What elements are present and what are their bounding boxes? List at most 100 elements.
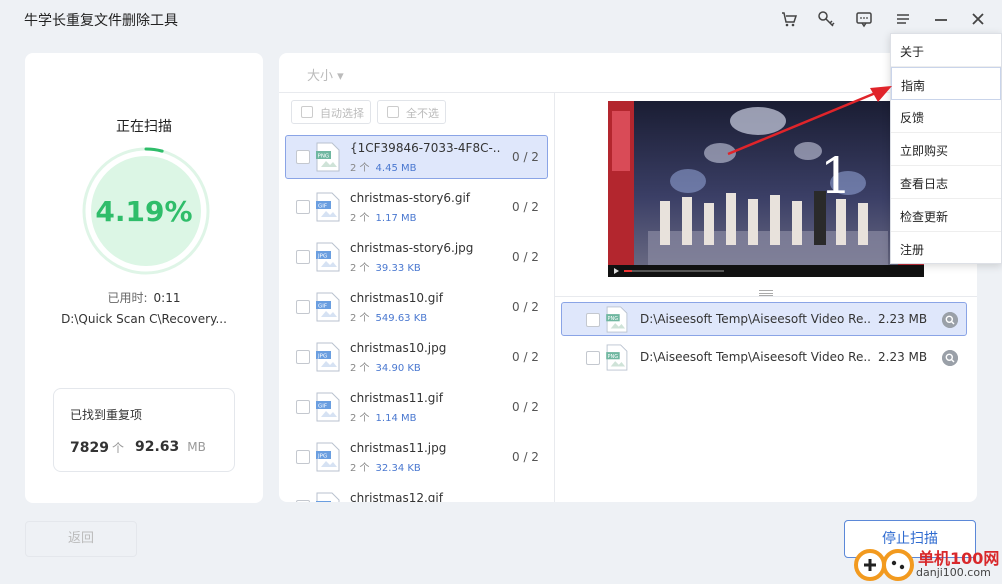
duplicate-file-checkbox[interactable] [586,351,600,365]
elapsed-value: 0:11 [153,291,181,305]
file-group-row[interactable]: JPG christmas-story6.jpg 2 个 39.33 KB 0 /… [285,235,548,279]
key-icon[interactable] [815,8,837,30]
file-group-meta: 2 个 34.90 KB [350,359,421,374]
sort-dropdown[interactable]: 大小 ▾ [307,65,344,84]
image-file-icon: GIF [316,292,340,322]
back-button[interactable]: 返回 [25,521,137,557]
close-icon[interactable] [967,8,989,30]
file-group-count: 2 个 [350,163,370,174]
progress-percent: 4.19% [95,195,193,228]
image-file-icon: GIF [316,492,340,502]
file-group-row[interactable]: GIF christmas-story6.gif 2 个 1.17 MB 0 / … [285,185,548,229]
file-group-row[interactable]: GIF christmas12.gif [285,485,548,502]
file-group-size: 1.17 MB [375,213,417,224]
cart-icon[interactable] [778,8,800,30]
file-type-label: JPG [317,254,327,260]
preview-divider [555,296,977,297]
file-group-size: 34.90 KB [375,363,421,374]
file-group-selected-ratio: 0 / 2 [512,400,539,414]
file-group-meta: 2 个 4.45 MB [350,159,416,174]
found-size: 92.63 MB [135,439,206,455]
file-group-checkbox[interactable] [296,400,310,414]
watermark: 单机100网 danji100.com [852,543,1002,584]
duplicate-file-size: 2.23 MB [878,350,928,364]
file-group-count: 2 个 [350,363,370,374]
file-type-label: JPG [317,454,327,460]
file-group-count: 2 个 [350,313,370,324]
file-type-label: GIF [318,204,327,210]
file-group-selected-ratio: 0 / 2 [512,200,539,214]
deselect-all-button[interactable]: 全不选 [377,100,446,124]
search-icon[interactable] [942,350,958,366]
file-group-meta: 2 个 1.14 MB [350,409,416,424]
found-count: 7829 个 [70,439,124,456]
file-group-selected-ratio: 0 / 2 [512,150,539,164]
file-group-checkbox[interactable] [296,200,310,214]
menu-item-guide[interactable]: 指南 [891,67,1001,100]
file-group-checkbox[interactable] [296,300,310,314]
image-file-icon: GIF [316,392,340,422]
file-group-row[interactable]: JPG christmas10.jpg 2 个 34.90 KB 0 / 2 [285,335,548,379]
found-size-unit: MB [187,440,206,454]
menu-item-buy-now[interactable]: 立即购买 [891,133,1001,166]
menu-icon[interactable] [892,8,914,30]
menu-item-check-update[interactable]: 检查更新 [891,199,1001,232]
column-divider [554,93,555,502]
file-group-checkbox[interactable] [296,350,310,364]
file-type-label: GIF [318,304,327,310]
duplicate-file-checkbox[interactable] [586,313,600,327]
duplicate-file-path: D:\Aiseesoft Temp\Aiseesoft Video Re... [640,350,870,364]
image-file-icon: GIF [316,192,340,222]
elapsed-time: 已用时: 0:11 [25,289,263,306]
file-group-name: christmas10.gif [350,291,443,305]
scan-status-panel: 正在扫描 4.19% 已用时: 0:11 D:\Quick Scan C\Reco… [25,53,263,503]
file-group-list: PNG {1CF39846-7033-4F8C-... 2 个 4.45 MB 0… [285,135,549,502]
file-group-selected-ratio: 0 / 2 [512,250,539,264]
found-title: 已找到重复项 [70,408,143,422]
menu-item-register[interactable]: 注册 [891,232,1001,265]
file-group-size: 32.34 KB [375,463,421,474]
watermark-url: danji100.com [916,566,991,579]
deselect-all-icon [387,106,399,118]
menu-item-feedback[interactable]: 反馈 [891,100,1001,133]
file-group-checkbox[interactable] [296,250,310,264]
file-group-row[interactable]: GIF christmas10.gif 2 个 549.63 KB 0 / 2 [285,285,548,329]
file-group-name: christmas-story6.gif [350,191,471,205]
file-group-name: {1CF39846-7033-4F8C-... [350,141,500,155]
auto-select-button[interactable]: 自动选择 [291,100,371,124]
duplicate-file-path: D:\Aiseesoft Temp\Aiseesoft Video Re... [640,312,870,326]
file-group-row[interactable]: JPG christmas11.jpg 2 个 32.34 KB 0 / 2 [285,435,548,479]
file-group-size: 4.45 MB [375,163,417,174]
file-group-checkbox[interactable] [296,150,310,164]
duplicate-file-row[interactable]: PNG D:\Aiseesoft Temp\Aiseesoft Video Re… [561,302,967,336]
file-group-checkbox[interactable] [296,450,310,464]
file-group-meta: 2 个 39.33 KB [350,259,421,274]
file-group-name: christmas10.jpg [350,341,447,355]
file-group-count: 2 个 [350,213,370,224]
scan-status-heading: 正在扫描 [116,119,172,135]
file-group-row[interactable]: GIF christmas11.gif 2 个 1.14 MB 0 / 2 [285,385,548,429]
file-group-size: 39.33 KB [375,263,421,274]
feedback-icon[interactable] [853,8,875,30]
search-icon[interactable] [942,312,958,328]
found-size-value: 92.63 [135,439,180,455]
menu-item-view-log[interactable]: 查看日志 [891,166,1001,199]
file-group-checkbox[interactable] [296,500,310,502]
duplicate-file-row[interactable]: PNG D:\Aiseesoft Temp\Aiseesoft Video Re… [561,340,967,374]
file-group-name: christmas12.gif [350,491,443,502]
scan-path: D:\Quick Scan C\Recovery... [61,312,227,326]
file-group-meta: 2 个 549.63 KB [350,309,427,324]
auto-select-label: 自动选择 [320,107,364,120]
found-count-unit: 个 [111,441,124,455]
image-file-icon: PNG [606,344,628,371]
minimize-icon[interactable] [930,8,952,30]
menu-item-about[interactable]: 关于 [891,34,1001,67]
image-file-icon: JPG [316,242,340,272]
found-duplicates-box: 已找到重复项 7829 个 92.63 MB [53,388,235,472]
image-file-icon: PNG [606,306,628,333]
file-type-label: PNG [608,354,619,360]
file-type-label: JPG [317,354,327,360]
file-group-row[interactable]: PNG {1CF39846-7033-4F8C-... 2 个 4.45 MB 0… [285,135,548,179]
image-file-icon: JPG [316,342,340,372]
file-group-count: 2 个 [350,413,370,424]
